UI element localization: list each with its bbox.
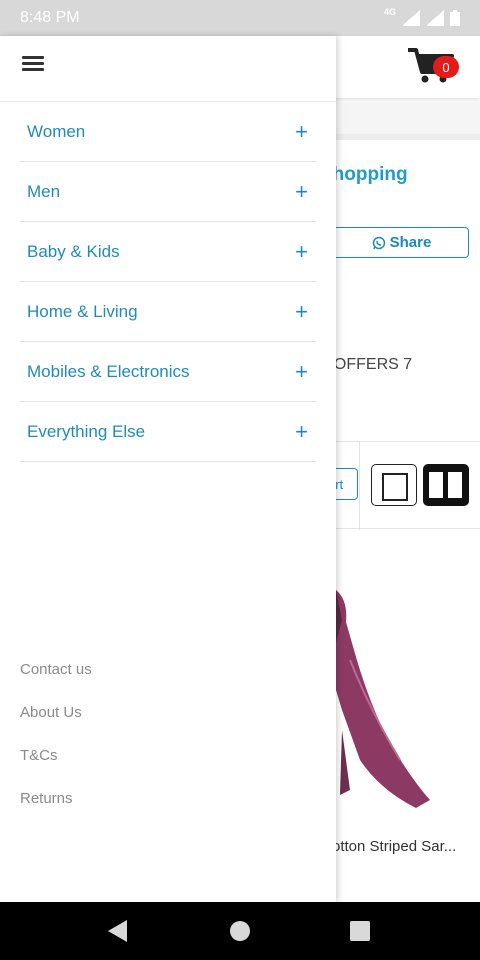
- returns-link[interactable]: Returns: [20, 785, 92, 828]
- category-item-everything-else[interactable]: Everything Else +: [20, 402, 316, 462]
- expand-plus-icon[interactable]: +: [295, 420, 308, 443]
- terms-link[interactable]: T&Cs: [20, 742, 92, 785]
- expand-plus-icon[interactable]: +: [295, 120, 308, 143]
- back-icon[interactable]: [108, 920, 127, 942]
- share-button[interactable]: Share: [320, 227, 469, 258]
- divider: [359, 442, 360, 530]
- recent-apps-icon[interactable]: [350, 921, 370, 941]
- category-list: Women + Men + Baby & Kids + Home & Livin…: [20, 102, 316, 462]
- expand-plus-icon[interactable]: +: [295, 180, 308, 203]
- battery-icon: [450, 10, 460, 26]
- category-label: Everything Else: [27, 421, 146, 441]
- category-item-baby-kids[interactable]: Baby & Kids +: [20, 222, 316, 282]
- footer-links: Contact us About Us T&Cs Returns: [20, 656, 92, 828]
- expand-plus-icon[interactable]: +: [295, 300, 308, 323]
- cell-signal-icon: [426, 10, 444, 26]
- category-item-women[interactable]: Women +: [20, 102, 316, 162]
- system-navigation-bar: [0, 902, 480, 960]
- signal-icon: [402, 10, 420, 26]
- status-bar: 8:48 PM 4G: [0, 0, 480, 36]
- product-image[interactable]: [320, 590, 445, 820]
- category-item-home-living[interactable]: Home & Living +: [20, 282, 316, 342]
- grid-view-toggle[interactable]: [423, 464, 469, 506]
- search-bar-partial[interactable]: [320, 102, 480, 140]
- expand-plus-icon[interactable]: +: [295, 240, 308, 263]
- category-label: Baby & Kids: [27, 241, 120, 261]
- whatsapp-icon: [372, 236, 385, 249]
- home-icon[interactable]: [230, 921, 250, 941]
- status-icons: 4G: [383, 7, 460, 26]
- category-label: Home & Living: [27, 301, 138, 321]
- about-us-link[interactable]: About Us: [20, 699, 92, 742]
- contact-us-link[interactable]: Contact us: [20, 656, 92, 699]
- category-label: Mobiles & Electronics: [27, 361, 190, 381]
- product-name-partial: otton Striped Sar...: [332, 838, 457, 855]
- status-time: 8:48 PM: [20, 9, 80, 26]
- share-label: Share: [389, 234, 432, 251]
- category-item-mobiles-electronics[interactable]: Mobiles & Electronics +: [20, 342, 316, 402]
- category-label: Women: [27, 121, 86, 141]
- cart-count-badge: 0: [433, 56, 459, 78]
- navigation-drawer: Women + Men + Baby & Kids + Home & Livin…: [0, 36, 336, 902]
- network-type-label: 4G: [383, 7, 396, 17]
- hamburger-menu-icon[interactable]: [22, 54, 46, 74]
- category-label: Men: [27, 181, 61, 201]
- single-view-toggle[interactable]: [371, 464, 417, 506]
- expand-plus-icon[interactable]: +: [295, 360, 308, 383]
- drawer-header: [0, 36, 336, 102]
- filter-row: urt: [320, 441, 480, 530]
- category-item-men[interactable]: Men +: [20, 162, 316, 222]
